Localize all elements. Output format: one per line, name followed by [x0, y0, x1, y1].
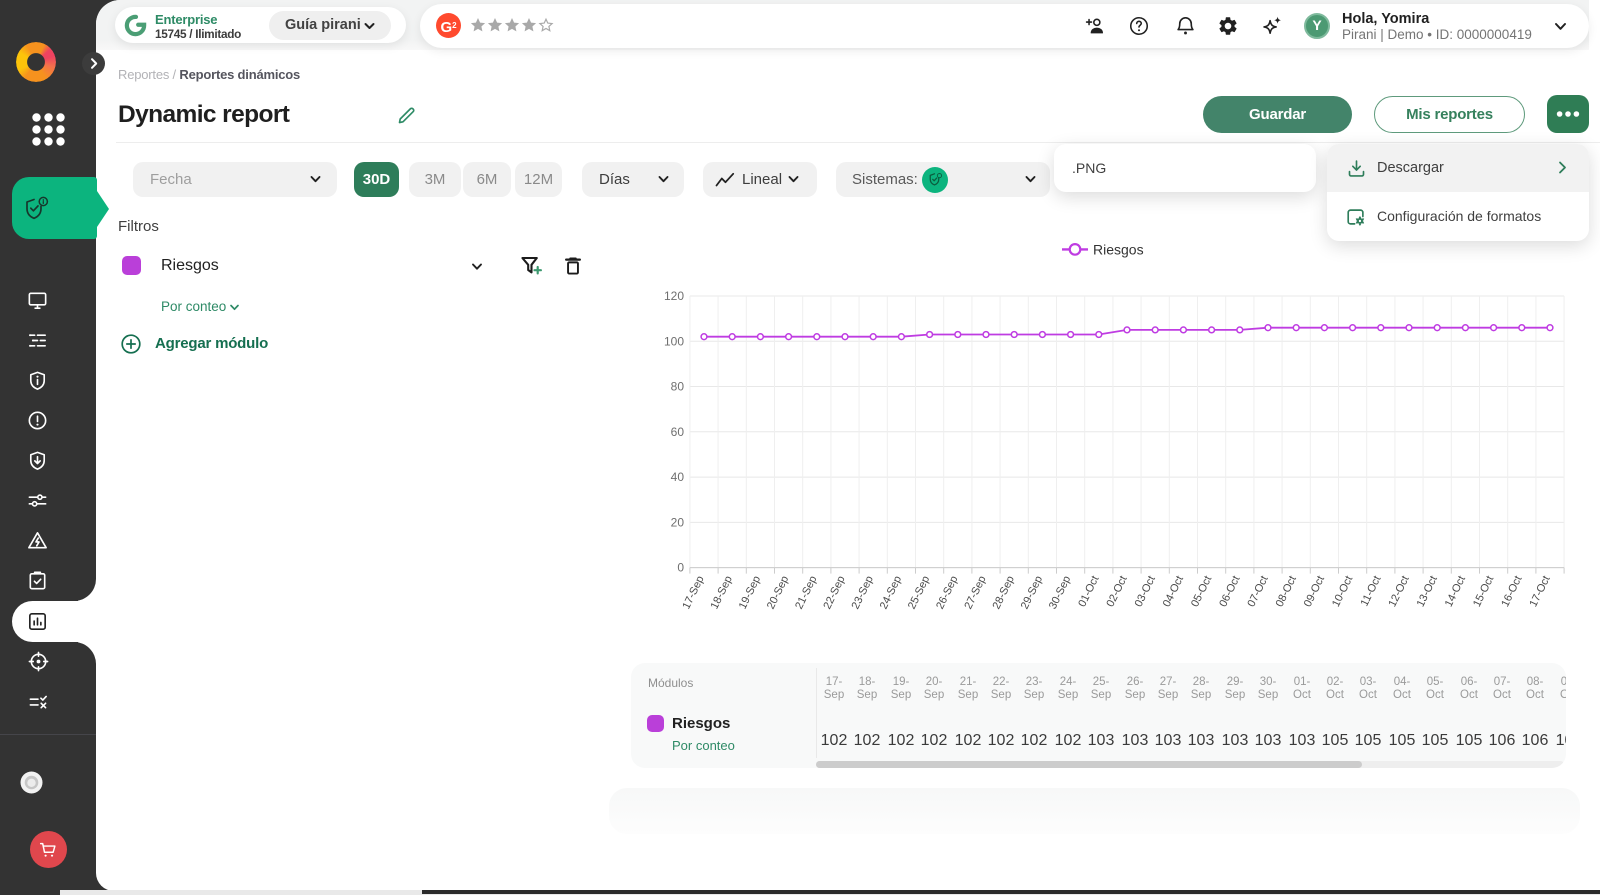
- svg-text:17-Oct: 17-Oct: [1527, 574, 1552, 609]
- svg-text:18-Sep: 18-Sep: [709, 574, 735, 611]
- svg-text:26-Sep: 26-Sep: [934, 574, 960, 611]
- svg-text:05-Oct: 05-Oct: [1189, 574, 1214, 609]
- svg-text:19-Sep: 19-Sep: [737, 574, 763, 611]
- svg-text:07-Oct: 07-Oct: [1245, 574, 1270, 609]
- svg-text:60: 60: [671, 425, 685, 439]
- svg-text:22-Sep: 22-Sep: [821, 574, 847, 611]
- svg-text:28-Sep: 28-Sep: [991, 574, 1017, 611]
- svg-text:14-Oct: 14-Oct: [1443, 574, 1468, 609]
- svg-text:01-Oct: 01-Oct: [1076, 574, 1101, 609]
- svg-text:40: 40: [671, 470, 685, 484]
- svg-text:0: 0: [677, 561, 684, 575]
- svg-text:16-Oct: 16-Oct: [1499, 574, 1524, 609]
- svg-text:27-Sep: 27-Sep: [962, 574, 988, 611]
- svg-text:03-Oct: 03-Oct: [1133, 574, 1158, 609]
- svg-text:30-Sep: 30-Sep: [1047, 574, 1073, 611]
- svg-text:02-Oct: 02-Oct: [1104, 574, 1129, 609]
- svg-text:04-Oct: 04-Oct: [1161, 574, 1186, 609]
- svg-text:08-Oct: 08-Oct: [1274, 574, 1299, 609]
- svg-text:21-Sep: 21-Sep: [793, 574, 819, 611]
- svg-text:11-Oct: 11-Oct: [1359, 574, 1384, 608]
- svg-text:120: 120: [664, 289, 684, 303]
- svg-text:17-Sep: 17-Sep: [680, 574, 706, 611]
- svg-text:10-Oct: 10-Oct: [1330, 574, 1355, 609]
- svg-text:09-Oct: 09-Oct: [1302, 574, 1327, 609]
- svg-text:23-Sep: 23-Sep: [850, 574, 876, 611]
- svg-text:06-Oct: 06-Oct: [1217, 574, 1242, 609]
- svg-text:12-Oct: 12-Oct: [1386, 574, 1411, 609]
- svg-text:24-Sep: 24-Sep: [878, 574, 904, 611]
- svg-text:Riesgos: Riesgos: [1093, 241, 1144, 257]
- svg-text:15-Oct: 15-Oct: [1471, 574, 1496, 609]
- svg-text:100: 100: [664, 334, 684, 348]
- svg-text:80: 80: [671, 380, 685, 394]
- svg-text:20: 20: [671, 515, 685, 529]
- svg-text:29-Sep: 29-Sep: [1019, 574, 1045, 611]
- svg-text:20-Sep: 20-Sep: [765, 574, 791, 611]
- svg-text:25-Sep: 25-Sep: [906, 574, 932, 611]
- svg-text:13-Oct: 13-Oct: [1415, 574, 1440, 609]
